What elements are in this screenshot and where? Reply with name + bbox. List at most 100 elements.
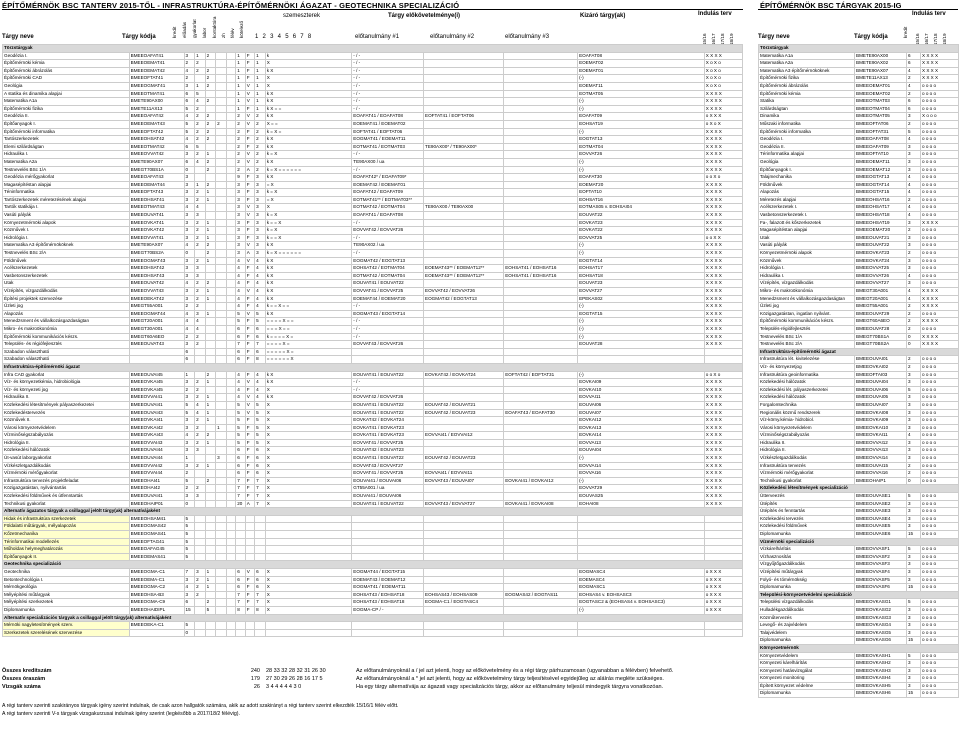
course-cell-e: 2 bbox=[194, 431, 206, 440]
course-cell-ko bbox=[254, 628, 266, 638]
course-cell-c: BMEEOVKAI45 bbox=[128, 378, 185, 387]
course-cell-l bbox=[215, 605, 227, 615]
side-cell-c: BMEEOUVAT21 bbox=[854, 233, 907, 243]
course-row: Környezetmérnöki alapok BMEEOVKAT41 3 2 1 3 F 3… bbox=[2, 218, 744, 228]
course-cell-t: F bbox=[244, 233, 256, 243]
course-cell-t bbox=[244, 552, 256, 562]
side-cell-n: Térinformatika alapjai bbox=[758, 150, 855, 159]
side-cell-n: Közlekedési hálózatok bbox=[758, 393, 855, 402]
side-course-row: Közlekedési hálózatok BMEEOUVAI04 3 o o o o bbox=[758, 378, 960, 387]
side-cell-c: BMEEOVKAI02 bbox=[854, 362, 907, 372]
course-cell-c: BMEGT70BS2A bbox=[128, 249, 185, 258]
course-row: Acélszerkezetek BMEEOHSAT42 3 3 4 F 4 k X EOHSAT… bbox=[2, 264, 744, 273]
course-cell-p: EOVVAT41 / EOVVAT25 bbox=[351, 469, 425, 478]
course-cell-zh bbox=[225, 317, 237, 326]
side-col-code-header: Tárgy kódja bbox=[854, 34, 888, 40]
course-cell-k: 4 bbox=[183, 583, 196, 592]
course-row: Vízkészletgazdálkodás BMEEOVVAI42 3 2 1 6 F 6 X E… bbox=[2, 461, 744, 471]
course-cell-c: BMEEOUVAI41 bbox=[128, 400, 185, 410]
course-cell-k: 0 bbox=[183, 499, 196, 509]
course-cell-s: X bbox=[264, 605, 353, 615]
course-cell-n: Vízépítés, vízgazdálkodás bbox=[2, 287, 130, 296]
course-cell-e bbox=[194, 347, 206, 357]
course-cell-p: - / - bbox=[351, 218, 425, 228]
course-cell-g bbox=[204, 173, 217, 182]
side-course-row: Vízminőségszabályozás BMEEOVKAI11 4 o o o o bbox=[758, 431, 960, 440]
course-cell-ko: 7 bbox=[254, 340, 266, 349]
side-cell-n: Környezeti monitoring bbox=[758, 674, 855, 683]
course-cell-l bbox=[215, 104, 227, 114]
course-cell-zh bbox=[225, 514, 237, 524]
side-course-row: Talajmechanika BMEEOGTAT13 4 o o o o bbox=[758, 173, 960, 182]
course-cell-e bbox=[194, 249, 206, 258]
course-cell-p2 bbox=[423, 461, 505, 471]
side-cell-i: X X X X bbox=[919, 294, 960, 304]
course-cell-f: 8 bbox=[235, 605, 246, 615]
course-cell-p2 bbox=[423, 165, 505, 175]
course-cell-f bbox=[235, 628, 246, 638]
side-cell-c: BMEEOVVASF5 bbox=[854, 575, 907, 585]
side-cell-c: BMEEOVVAT27 bbox=[854, 279, 907, 288]
side-cell-n: Környezeti hatásvizsgálat bbox=[758, 666, 855, 676]
course-cell-t: F bbox=[244, 173, 256, 182]
course-cell-k: 5 bbox=[183, 400, 196, 410]
course-cell-l bbox=[215, 127, 227, 137]
course-cell-l bbox=[215, 370, 227, 380]
side-cell-c: BMEEOUVAI15 bbox=[854, 461, 907, 471]
course-row: Hidraulika II. BMEEOVVAI41 3 2 1 4 V 4 k X EOVVAT… bbox=[2, 393, 744, 402]
side-title-rule bbox=[758, 9, 958, 10]
side-cell-k: 3 bbox=[906, 628, 921, 638]
side-cell-c: BMEEOEMAT02 bbox=[854, 89, 907, 99]
course-cell-t: F bbox=[244, 340, 256, 349]
course-cell-p2 bbox=[423, 545, 505, 554]
course-cell-e: 3 bbox=[194, 492, 206, 501]
side-cell-n: Geodézia I. bbox=[758, 135, 855, 144]
side-cell-i: o o o o bbox=[919, 142, 960, 152]
course-cell-zh bbox=[225, 188, 237, 197]
course-cell-i: X X X X bbox=[703, 302, 744, 311]
course-cell-l bbox=[215, 302, 227, 311]
course-cell-t: F bbox=[244, 218, 256, 228]
course-cell-i: o o X X bbox=[703, 233, 744, 243]
side-cell-i: o o o o bbox=[919, 89, 960, 99]
side-cell-k: 3 bbox=[906, 438, 921, 448]
course-cell-t: F bbox=[244, 583, 256, 592]
course-cell-l bbox=[215, 97, 227, 106]
course-cell-p2: EOVVAI41 / EOVVAI12 bbox=[423, 431, 505, 440]
course-cell-s: k X = = bbox=[264, 104, 353, 114]
course-cell-f: 4 bbox=[235, 271, 246, 281]
course-cell-x: EOVVAT26 bbox=[577, 150, 705, 159]
course-cell-k: 2 bbox=[183, 332, 196, 342]
course-cell-i: X X X X bbox=[703, 317, 744, 326]
course-cell-x: (-) bbox=[577, 332, 705, 342]
course-cell-p: EOEMAT44 / EOEMAT20 bbox=[351, 294, 425, 304]
course-cell-zh bbox=[225, 476, 237, 486]
course-cell-n: Kőzetmechanika bbox=[2, 530, 130, 539]
course-cell-p: GT55A001 / ua bbox=[351, 484, 425, 494]
course-cell-e: 3 bbox=[194, 309, 206, 319]
course-cell-s: X bbox=[264, 438, 353, 448]
course-cell-e: 3 bbox=[194, 446, 206, 456]
course-cell-i: X X X X bbox=[703, 492, 744, 501]
course-cell-zh bbox=[225, 203, 237, 213]
course-cell-s: = X bbox=[264, 180, 353, 190]
course-cell-p: EOTMAT42 / EOTMAT04 bbox=[351, 203, 425, 213]
course-cell-l bbox=[215, 340, 227, 349]
side-course-row: Környezeti hatásvizsgálat BMEEOVKASH3 3 o o… bbox=[758, 666, 960, 676]
course-cell-ko: 8 bbox=[254, 355, 266, 364]
course-cell-p bbox=[351, 621, 425, 630]
course-cell-ko: 5 bbox=[254, 309, 266, 319]
course-cell-t: V bbox=[244, 393, 256, 402]
course-cell-zh bbox=[225, 233, 237, 243]
section-header: Geotechnika specializáció bbox=[2, 560, 743, 569]
course-cell-p: EOEMAT42 / EOEMAT01 bbox=[351, 180, 425, 190]
course-cell-p: - / - bbox=[351, 249, 425, 258]
side-launch-plan-header: Indulás terv bbox=[912, 11, 946, 17]
course-cell-f: 3 bbox=[235, 233, 246, 243]
side-cell-c: BMEEOVVASF3 bbox=[854, 560, 907, 569]
course-cell-p2 bbox=[423, 317, 505, 326]
course-cell-n: Betontechnológia I. bbox=[2, 575, 130, 585]
course-cell-i bbox=[703, 355, 744, 364]
course-cell-t: F bbox=[244, 127, 256, 137]
course-cell-ko: 3 bbox=[254, 249, 266, 258]
